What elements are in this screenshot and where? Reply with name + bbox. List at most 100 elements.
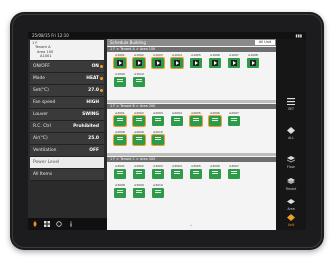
unit-label: A3001 — [115, 164, 125, 168]
unit-label: A2008 — [115, 130, 125, 134]
unit-tile[interactable]: A2010 — [151, 130, 165, 146]
filter-select[interactable]: All Unit — [255, 40, 275, 45]
unit-tile[interactable]: A3003 — [151, 164, 165, 180]
unit-label: A2003 — [153, 111, 163, 115]
nav-unit-button[interactable]: Unit — [276, 210, 306, 230]
unit-tile[interactable]: A2007 — [227, 111, 241, 127]
unit-label: A1003 — [153, 53, 163, 57]
unit-label: A3005 — [191, 164, 201, 168]
ac-fin-icon — [155, 118, 161, 119]
unit-tile[interactable]: A1010 — [132, 72, 146, 88]
unit-tile[interactable]: A1008 — [246, 53, 260, 69]
unit-tile[interactable]: A3005 — [189, 164, 203, 180]
path-unit: A1001 — [40, 54, 52, 59]
unit-tile[interactable]: A2009 — [132, 130, 146, 146]
nav-tenant-button[interactable]: Tenant — [276, 174, 306, 194]
ac-fin-icon — [117, 118, 123, 119]
unit-status-indicator — [171, 116, 183, 126]
unit-tile[interactable]: A1003 — [151, 53, 165, 69]
unit-tile[interactable]: A1005 — [189, 53, 203, 69]
setting-label: Air(°C) — [33, 136, 48, 141]
unit-tile[interactable]: A3010 — [151, 183, 165, 199]
unit-tile[interactable]: A3004 — [170, 164, 184, 180]
play-icon — [117, 60, 123, 66]
circle-icon[interactable] — [56, 221, 62, 227]
unit-tile[interactable]: A1007 — [227, 53, 241, 69]
unit-tile[interactable]: A3007 — [227, 164, 241, 180]
unit-tile[interactable]: A2006 — [208, 111, 222, 127]
ac-fin-icon — [117, 190, 123, 191]
setting-row-louver[interactable]: Louver SWING — [30, 109, 104, 121]
nav-floor-button[interactable]: Floor — [276, 152, 306, 172]
scroll-down-icon[interactable]: ⌄ — [187, 223, 195, 228]
floor-icon — [287, 156, 295, 163]
setting-label: Louver — [33, 112, 48, 117]
setting-row-rc-ctrl[interactable]: R.C. Ctrl Prohibited — [30, 121, 104, 133]
setting-value: OFF — [89, 148, 99, 153]
unit-label: A2004 — [172, 111, 182, 115]
ac-fin-icon — [117, 137, 123, 138]
play-icon — [231, 60, 237, 66]
ac-fin-icon — [136, 79, 142, 80]
unit-icon — [287, 214, 295, 221]
unit-tile[interactable]: A3008 — [113, 183, 127, 199]
unit-tile[interactable]: A1001 — [113, 53, 127, 69]
unit-tile[interactable]: A1009 — [113, 72, 127, 88]
unit-tile[interactable]: A3006 — [208, 164, 222, 180]
unit-label: A3002 — [134, 164, 144, 168]
grid-icon[interactable] — [44, 221, 50, 227]
setting-row-onoff[interactable]: ON/OFF ON — [30, 61, 104, 73]
setting-row-fanspeed[interactable]: Fan speed HIGH — [30, 97, 104, 109]
main-title: Schedule Building — [110, 40, 146, 45]
unit-tile[interactable]: A2001 — [113, 111, 127, 127]
section-divider — [107, 153, 276, 156]
setting-row-power-level[interactable]: Power Level — [30, 157, 104, 169]
unit-tile[interactable]: A1006 — [208, 53, 222, 69]
setting-label: Power Level — [33, 160, 60, 165]
unit-label: A3007 — [229, 164, 239, 168]
ac-fin-icon — [155, 137, 161, 138]
unit-status-indicator — [209, 58, 221, 68]
unit-tile[interactable]: A3001 — [113, 164, 127, 180]
unit-tile[interactable]: A1004 — [170, 53, 184, 69]
tablet-frame: 25/08/15 Fri 12:10 ▮▮▮ 1 F Tenant A Area… — [10, 12, 324, 250]
unit-tile[interactable]: A2008 — [113, 130, 127, 146]
edit-indicator-icon — [100, 77, 103, 80]
unit-tile[interactable]: A2003 — [151, 111, 165, 127]
unit-tile[interactable]: A3002 — [132, 164, 146, 180]
setting-row-mode[interactable]: Mode HEAT — [30, 73, 104, 85]
unit-status-indicator — [132, 134, 146, 146]
ac-fin-icon — [155, 190, 161, 191]
unit-label: A2009 — [134, 130, 144, 134]
unit-status-indicator — [113, 57, 127, 69]
play-icon — [193, 60, 199, 66]
unit-tile[interactable]: A2005 — [189, 111, 203, 127]
unit-label: A1002 — [134, 53, 144, 57]
ac-fin-icon — [193, 118, 199, 119]
unit-tile[interactable]: A2004 — [170, 111, 184, 127]
unit-status-indicator — [189, 115, 203, 127]
nav-set-button[interactable]: SET — [276, 94, 306, 114]
unit-tile[interactable]: A1002 — [132, 53, 146, 69]
info-icon[interactable] — [68, 221, 74, 227]
unit-status-indicator — [190, 169, 202, 179]
setting-label: Mode — [33, 76, 45, 81]
setting-row-all-items[interactable]: All Items — [30, 169, 104, 181]
setting-row-settemp[interactable]: Set(°C) 27.0 — [30, 85, 104, 97]
unit-label: A3009 — [134, 183, 144, 187]
unit-tile[interactable]: A2002 — [132, 111, 146, 127]
edit-indicator-icon — [100, 89, 103, 92]
setting-row-ventilation[interactable]: Ventilation OFF — [30, 145, 104, 157]
unit-label: A3004 — [172, 164, 182, 168]
ac-fin-icon — [174, 171, 180, 172]
nav-all-button[interactable]: ALL — [276, 123, 306, 143]
unit-status-indicator — [228, 169, 240, 179]
unit-status-indicator — [171, 169, 183, 179]
unit-label: A1006 — [210, 53, 220, 57]
flame-icon[interactable] — [32, 221, 38, 227]
unit-label: A3006 — [210, 164, 220, 168]
unit-tile[interactable]: A3009 — [132, 183, 146, 199]
unit-label: A3003 — [153, 164, 163, 168]
setting-label: All Items — [33, 172, 53, 177]
unit-status-indicator — [228, 116, 240, 126]
